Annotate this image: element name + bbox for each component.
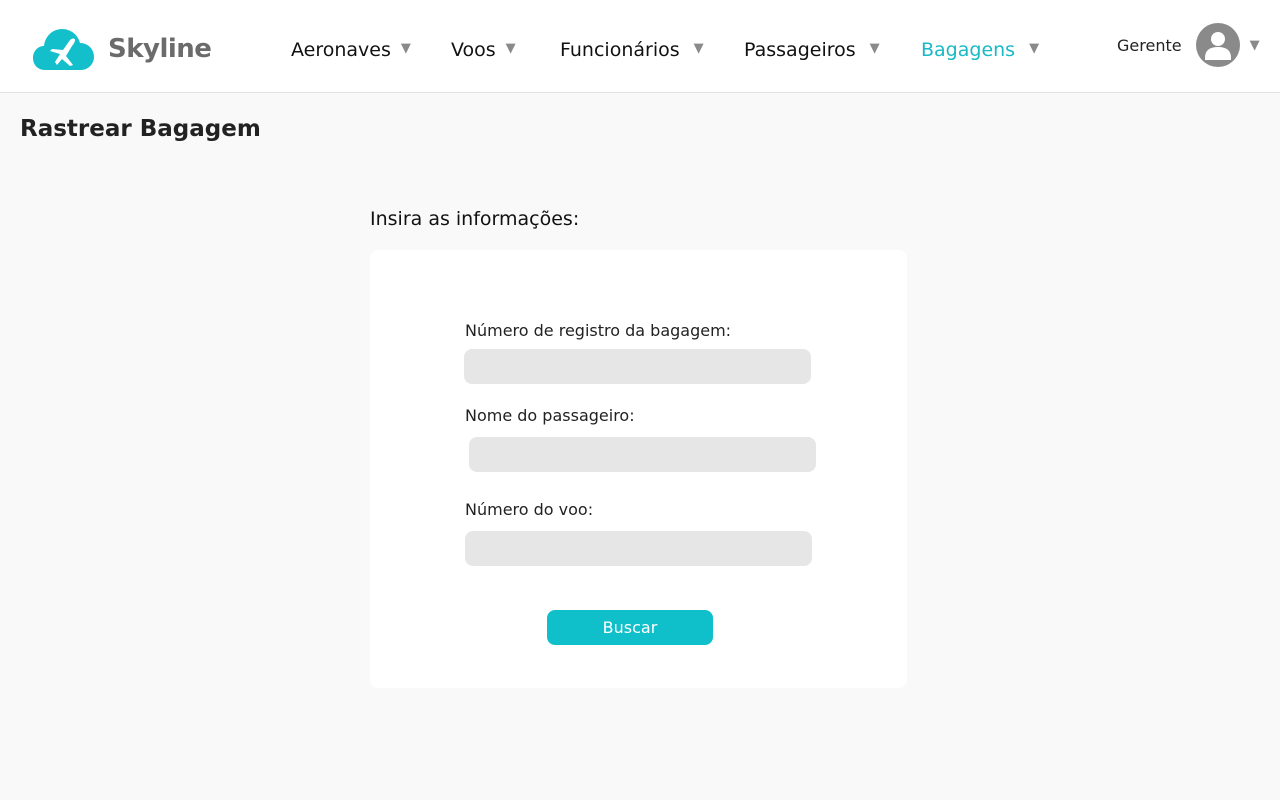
form-instructions: Insira as informações: — [370, 208, 580, 230]
baggage-registration-input[interactable] — [464, 349, 811, 384]
nav-item-label: Passageiros — [744, 39, 856, 61]
nav-item-label: Bagagens — [921, 39, 1016, 61]
passenger-name-input[interactable] — [469, 437, 816, 472]
flight-number-input[interactable] — [465, 531, 812, 566]
caret-down-icon: ▼ — [693, 40, 704, 56]
brand-logo[interactable]: Skyline — [33, 26, 212, 72]
search-button[interactable]: Buscar — [547, 610, 713, 645]
user-menu[interactable]: Gerente ▼ — [1117, 22, 1260, 68]
caret-down-icon[interactable]: ▼ — [1250, 38, 1260, 53]
nav-item-voos[interactable]: Voos ▼ — [451, 37, 516, 63]
user-name: Gerente — [1117, 35, 1182, 55]
caret-down-icon: ▼ — [1029, 40, 1040, 56]
nav-item-label: Voos — [451, 39, 496, 61]
caret-down-icon: ▼ — [400, 40, 411, 56]
user-avatar-icon[interactable] — [1195, 23, 1240, 67]
nav-item-label: Aeronaves — [291, 39, 391, 61]
flight-number-label: Número do voo: — [465, 500, 594, 519]
nav-item-label: Funcionários — [560, 39, 680, 61]
nav-item-bagagens[interactable]: Bagagens ▼ — [921, 37, 1039, 63]
brand-name: Skyline — [108, 34, 212, 64]
nav-item-passageiros[interactable]: Passageiros ▼ — [744, 37, 880, 63]
caret-down-icon: ▼ — [869, 40, 880, 56]
baggage-search-form: Número de registro da bagagem: Nome do p… — [370, 250, 907, 688]
cloud-plane-logo-icon — [33, 29, 94, 70]
caret-down-icon: ▼ — [505, 40, 516, 56]
baggage-registration-label: Número de registro da bagagem: — [465, 321, 732, 340]
nav-item-aeronaves[interactable]: Aeronaves ▼ — [291, 37, 411, 63]
top-navigation-bar: Skyline Aeronaves ▼ Voos ▼ Funcionários … — [0, 0, 1280, 93]
nav-item-funcionarios[interactable]: Funcionários ▼ — [560, 37, 704, 63]
passenger-name-label: Nome do passageiro: — [465, 406, 635, 425]
page-title: Rastrear Bagagem — [20, 116, 261, 142]
